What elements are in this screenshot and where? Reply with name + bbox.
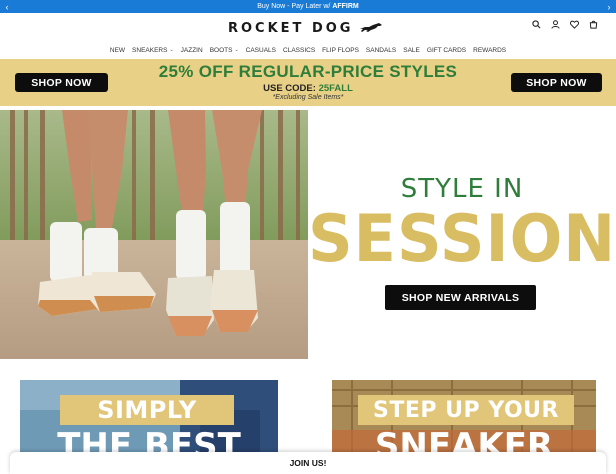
main-nav: NEW SNEAKERS ⌄ JAZZIN BOOTS ⌄ CASUALS CLAS…: [0, 44, 616, 56]
join-us-bar[interactable]: JOIN US!: [10, 452, 606, 474]
hero-photo-illustration: [0, 110, 308, 359]
promo-code-value: 25FALL: [318, 83, 353, 94]
nav-item-sneakers-label: SNEAKERS: [132, 46, 168, 54]
hero-line-2: SESSION: [308, 200, 616, 277]
nav-item-rewards[interactable]: REWARDS: [473, 44, 506, 56]
nav-item-sale[interactable]: SALE: [403, 44, 420, 56]
nav-item-casuals[interactable]: CASUALS: [246, 44, 276, 56]
hero-section: STYLE IN SESSION SHOP NEW ARRIVALS: [0, 110, 616, 360]
chevron-down-icon: ⌄: [234, 47, 239, 53]
chevron-right-icon[interactable]: ›: [602, 0, 616, 13]
promo-exclusion: *Excluding Sale Items*: [272, 94, 344, 101]
shop-now-button-right[interactable]: SHOP NOW: [511, 73, 602, 92]
card-banner-label: SIMPLY: [60, 395, 234, 425]
nav-item-classics[interactable]: CLASSICS: [283, 44, 315, 56]
running-dog-icon: [360, 23, 383, 32]
cart-icon[interactable]: [588, 19, 598, 29]
logo[interactable]: ROCKET DOG: [228, 19, 383, 37]
announcement-brand: AFFIRM: [332, 3, 359, 10]
promo-code-label: USE CODE:: [263, 83, 319, 94]
hero-image[interactable]: [0, 110, 308, 359]
chevron-down-icon: ⌄: [169, 47, 174, 53]
announcement-bar: ‹ Buy Now - Pay Later w/ AFFIRM ›: [0, 0, 616, 13]
nav-item-boots-label: BOOTS: [209, 46, 233, 54]
announcement-prefix: Buy Now - Pay Later w/: [257, 3, 333, 10]
heart-icon[interactable]: [569, 19, 579, 29]
announcement-text[interactable]: Buy Now - Pay Later w/ AFFIRM: [257, 3, 359, 10]
nav-item-sandals[interactable]: SANDALS: [366, 44, 396, 56]
logo-text: ROCKET DOG: [228, 20, 354, 36]
shop-new-arrivals-button[interactable]: SHOP NEW ARRIVALS: [385, 285, 536, 310]
promo-banner[interactable]: SHOP NOW 25% OFF REGULAR-PRICE STYLES US…: [0, 59, 616, 106]
hero-text-panel: STYLE IN SESSION SHOP NEW ARRIVALS: [308, 110, 616, 359]
nav-item-jazzin[interactable]: JAZZIN: [181, 44, 203, 56]
header-icons: [531, 19, 598, 29]
search-icon[interactable]: [531, 19, 541, 29]
nav-item-boots[interactable]: BOOTS ⌄: [210, 44, 239, 56]
nav-item-flip-flops[interactable]: FLIP FLOPS: [322, 44, 359, 56]
site-header: ROCKET DOG: [0, 13, 616, 43]
chevron-left-icon[interactable]: ‹: [0, 0, 14, 13]
nav-item-sneakers[interactable]: SNEAKERS ⌄: [132, 44, 174, 56]
nav-item-new[interactable]: NEW: [110, 44, 125, 56]
card-banner-label: STEP UP YOUR: [358, 395, 574, 425]
nav-item-gift-cards[interactable]: GIFT CARDS: [427, 44, 466, 56]
account-icon[interactable]: [550, 19, 560, 29]
